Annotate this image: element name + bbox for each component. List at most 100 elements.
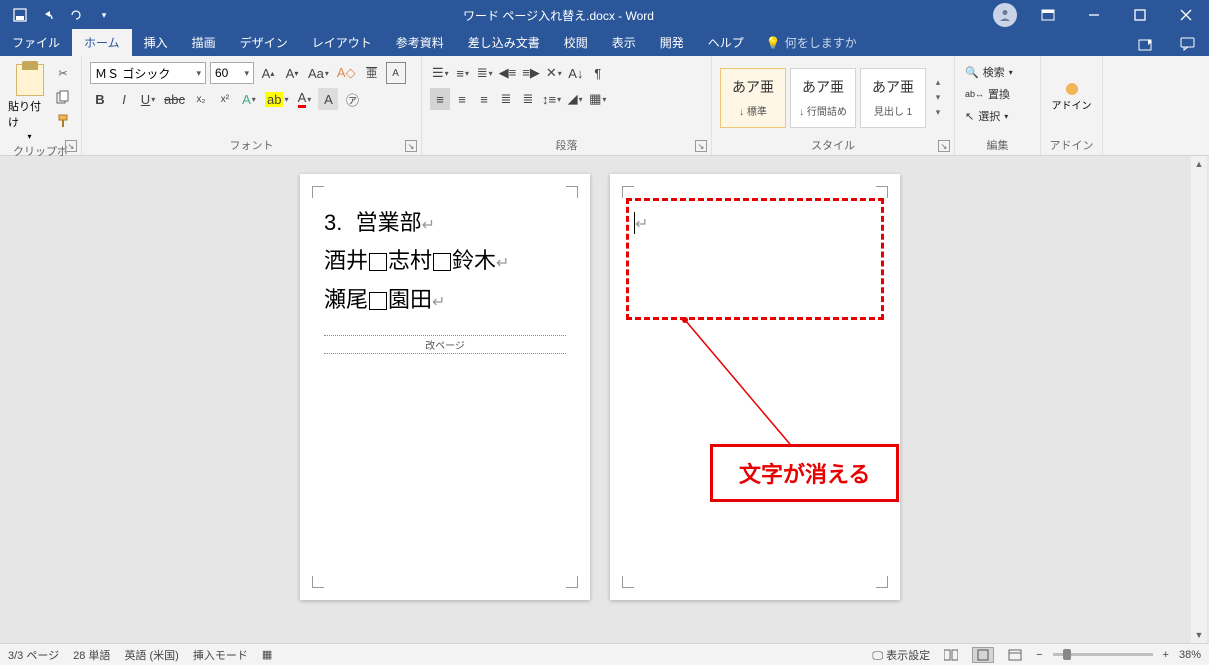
scroll-up-button[interactable]: ▲ <box>1191 156 1207 172</box>
zoom-level[interactable]: 38% <box>1179 649 1201 661</box>
char-shading-button[interactable]: A <box>318 88 338 110</box>
comments-button[interactable] <box>1167 32 1209 56</box>
zoom-in-button[interactable]: + <box>1163 649 1169 661</box>
line-spacing-button[interactable]: ↕≡▾ <box>540 88 563 110</box>
tab-mailings[interactable]: 差し込み文書 <box>456 29 552 56</box>
doc-cursor-line[interactable]: ↵ <box>634 204 876 241</box>
asian-layout-button[interactable]: ✕▾ <box>544 62 564 84</box>
font-name-combo[interactable]: ＭＳ ゴシック▾ <box>90 62 206 84</box>
cut-button[interactable]: ✂ <box>53 64 73 82</box>
bullets-button[interactable]: ☰▾ <box>430 62 451 84</box>
show-marks-button[interactable]: ¶ <box>588 62 608 84</box>
styles-launcher[interactable]: ↘ <box>938 140 950 152</box>
user-account-icon[interactable] <box>993 3 1017 27</box>
superscript-button[interactable]: x² <box>215 88 235 110</box>
clear-formatting-button[interactable]: A◇ <box>335 62 358 84</box>
tell-me-search[interactable]: 💡 何をしますか <box>756 29 867 56</box>
share-button[interactable] <box>1125 32 1167 56</box>
grow-font-button[interactable]: A▴ <box>258 62 278 84</box>
tab-developer[interactable]: 開発 <box>648 29 696 56</box>
tab-draw[interactable]: 描画 <box>180 29 228 56</box>
macro-record-icon[interactable]: ▦ <box>262 648 272 661</box>
tab-view[interactable]: 表示 <box>600 29 648 56</box>
justify-button[interactable]: ≣ <box>496 88 516 110</box>
style-heading1[interactable]: あア亜 見出し 1 <box>860 68 926 128</box>
align-right-button[interactable]: ≡ <box>474 88 494 110</box>
web-layout-button[interactable] <box>1004 647 1026 663</box>
shrink-font-button[interactable]: A▾ <box>282 62 302 84</box>
paste-button[interactable]: 貼り付け ▾ <box>8 60 51 141</box>
close-button[interactable] <box>1163 0 1209 30</box>
select-button[interactable]: ↖選択▾ <box>963 106 1010 126</box>
document-workspace[interactable]: 3. 営業部↵ 酒井志村鈴木↵ 瀬尾園田↵ 改ページ ↵ 文字が消え <box>0 156 1209 643</box>
zoom-slider[interactable] <box>1053 653 1153 656</box>
subscript-button[interactable]: x₂ <box>191 88 211 110</box>
read-mode-button[interactable] <box>940 647 962 663</box>
align-left-button[interactable]: ≡ <box>430 88 450 110</box>
styles-more-button[interactable]: ▴▾▾ <box>930 77 946 118</box>
display-settings-button[interactable]: 🖵 表示設定 <box>872 647 930 663</box>
text-effects-button[interactable]: A▾ <box>239 88 259 110</box>
tab-layout[interactable]: レイアウト <box>300 29 384 56</box>
phonetic-guide-button[interactable]: 亜 <box>362 62 382 84</box>
enclose-char-button[interactable]: A <box>386 62 406 84</box>
doc-line-1[interactable]: 3. 営業部↵ <box>324 204 566 242</box>
zoom-out-button[interactable]: − <box>1036 649 1042 661</box>
scrollbar-track[interactable] <box>1191 172 1207 627</box>
tab-home[interactable]: ホーム <box>72 29 132 56</box>
find-button[interactable]: 🔍検索▾ <box>963 62 1015 82</box>
font-launcher[interactable]: ↘ <box>405 140 417 152</box>
redo-icon[interactable] <box>64 3 88 27</box>
status-language[interactable]: 英語 (米国) <box>124 647 178 663</box>
zoom-slider-thumb[interactable] <box>1063 649 1071 660</box>
tab-help[interactable]: ヘルプ <box>696 29 756 56</box>
tab-design[interactable]: デザイン <box>228 29 300 56</box>
save-icon[interactable] <box>8 3 32 27</box>
increase-indent-button[interactable]: ≡▶ <box>520 62 542 84</box>
style-nospacing[interactable]: あア亜 ↓ 行間詰め <box>790 68 856 128</box>
format-painter-button[interactable] <box>53 112 73 130</box>
status-page[interactable]: 3/3 ページ <box>8 647 59 663</box>
enclose-button[interactable]: ㋐ <box>342 88 362 110</box>
tab-review[interactable]: 校閲 <box>552 29 600 56</box>
highlight-button[interactable]: ab▾ <box>263 88 290 110</box>
status-insert-mode[interactable]: 挿入モード <box>193 647 248 663</box>
doc-line-2[interactable]: 酒井志村鈴木↵ <box>324 242 566 280</box>
replace-button[interactable]: ab↔置換 <box>963 84 1012 104</box>
shading-button[interactable]: ◢▾ <box>565 88 585 110</box>
qat-customize-icon[interactable]: ▾ <box>92 3 116 27</box>
borders-button[interactable]: ▦▾ <box>587 88 608 110</box>
ribbon-display-icon[interactable] <box>1025 0 1071 30</box>
numbering-button[interactable]: ≡▾ <box>453 62 473 84</box>
vertical-scrollbar[interactable]: ▲ ▼ <box>1191 156 1207 643</box>
change-case-button[interactable]: Aa▾ <box>306 62 331 84</box>
strikethrough-button[interactable]: abc <box>162 88 187 110</box>
sort-button[interactable]: A↓ <box>566 62 586 84</box>
style-normal[interactable]: あア亜 ↓ 標準 <box>720 68 786 128</box>
align-center-button[interactable]: ≡ <box>452 88 472 110</box>
minimize-button[interactable] <box>1071 0 1117 30</box>
doc-line-3[interactable]: 瀬尾園田↵ <box>324 281 566 319</box>
document-page-1[interactable]: 3. 営業部↵ 酒井志村鈴木↵ 瀬尾園田↵ 改ページ <box>300 174 590 600</box>
undo-icon[interactable] <box>36 3 60 27</box>
print-layout-button[interactable] <box>972 647 994 663</box>
distributed-button[interactable]: ≣ <box>518 88 538 110</box>
tab-insert[interactable]: 挿入 <box>132 29 180 56</box>
tab-file[interactable]: ファイル <box>0 29 72 56</box>
scroll-down-button[interactable]: ▼ <box>1191 627 1207 643</box>
multilevel-button[interactable]: ≣▾ <box>475 62 495 84</box>
clipboard-launcher[interactable]: ↘ <box>65 140 77 152</box>
underline-button[interactable]: U▾ <box>138 88 158 110</box>
font-color-button[interactable]: A▾ <box>294 88 314 110</box>
italic-button[interactable]: I <box>114 88 134 110</box>
document-page-2[interactable]: ↵ <box>610 174 900 600</box>
maximize-button[interactable] <box>1117 0 1163 30</box>
status-words[interactable]: 28 単語 <box>73 647 110 663</box>
addin-button[interactable]: アドイン <box>1052 83 1092 112</box>
font-size-combo[interactable]: 60▾ <box>210 62 254 84</box>
paragraph-launcher[interactable]: ↘ <box>695 140 707 152</box>
decrease-indent-button[interactable]: ◀≡ <box>497 62 519 84</box>
tab-references[interactable]: 参考資料 <box>384 29 456 56</box>
bold-button[interactable]: B <box>90 88 110 110</box>
copy-button[interactable] <box>53 88 73 106</box>
